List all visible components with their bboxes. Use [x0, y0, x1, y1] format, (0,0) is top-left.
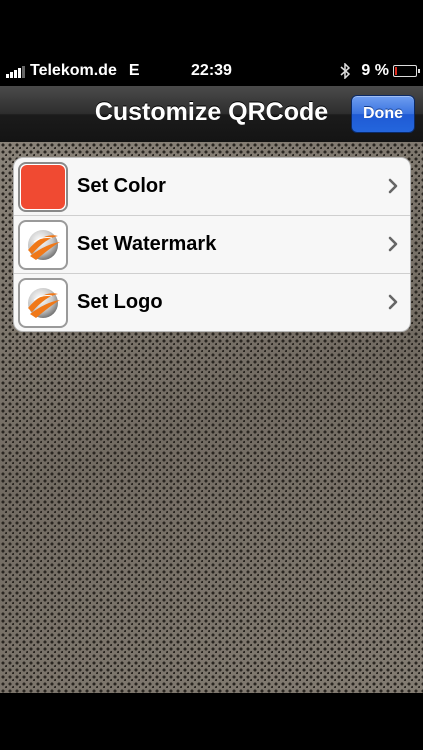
done-button[interactable]: Done	[351, 95, 415, 133]
row-label: Set Watermark	[77, 233, 217, 255]
battery-percent: 9 %	[361, 62, 389, 79]
chevron-right-icon	[388, 294, 398, 310]
status-bar: Telekom.de E 22:39 9 %	[0, 57, 423, 86]
globe-logo-icon	[28, 287, 60, 318]
chevron-right-icon	[388, 178, 398, 194]
globe-logo-thumb	[18, 219, 68, 270]
row-set-logo[interactable]: Set Logo	[14, 274, 410, 331]
globe-logo-thumb	[18, 277, 68, 328]
page-title: Customize QRCode	[94, 98, 329, 126]
row-set-color[interactable]: Set Color	[14, 158, 410, 216]
battery-fill	[395, 67, 397, 75]
content-area: Set Color Set Watermark Set Logo	[0, 142, 423, 693]
bottom-bar	[0, 693, 423, 750]
row-label: Set Color	[77, 175, 166, 197]
row-set-watermark[interactable]: Set Watermark	[14, 216, 410, 274]
color-swatch-thumb	[18, 161, 68, 212]
screen: Telekom.de E 22:39 9 % Customize QRCode …	[0, 0, 423, 750]
globe-logo-icon	[28, 229, 60, 260]
settings-table: Set Color Set Watermark Set Logo	[13, 157, 411, 332]
chevron-right-icon	[388, 236, 398, 252]
row-label: Set Logo	[77, 291, 163, 313]
navigation-bar: Customize QRCode Done	[0, 86, 423, 143]
color-swatch	[21, 164, 65, 209]
bluetooth-icon	[340, 63, 351, 79]
battery-icon	[393, 65, 420, 77]
status-right: 9 %	[340, 62, 420, 80]
